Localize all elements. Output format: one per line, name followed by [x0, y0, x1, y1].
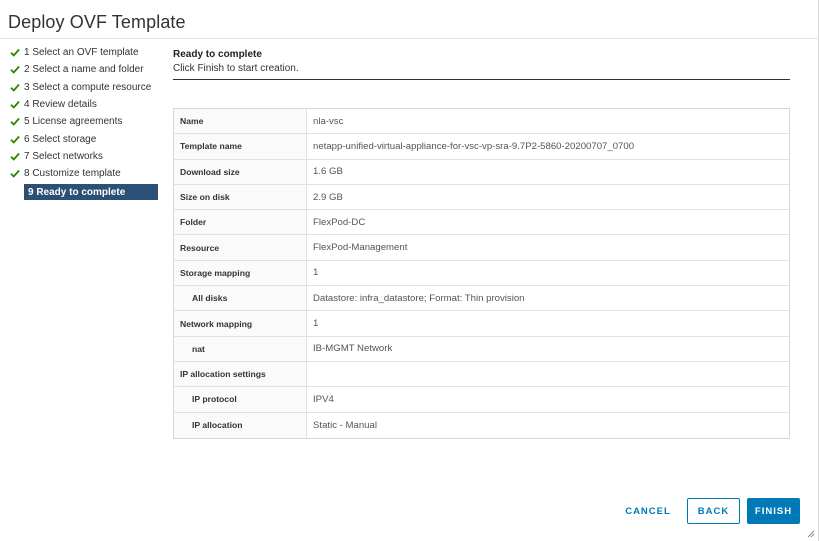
- summary-value: IPV4: [313, 393, 334, 405]
- wizard-step-8[interactable]: 8 Customize template: [10, 165, 162, 182]
- deploy-ovf-dialog: Deploy OVF Template 1 Select an OVF temp…: [0, 0, 819, 541]
- wizard-step-label: 1 Select an OVF template: [24, 47, 139, 59]
- summary-label: Network mapping: [174, 311, 307, 336]
- summary-row: Download size 1.6 GB: [174, 159, 789, 185]
- wizard-step-label: 3 Select a compute resource: [24, 81, 152, 93]
- wizard-step-7[interactable]: 7 Select networks: [10, 148, 162, 165]
- wizard-step-label: 2 Select a name and folder: [24, 64, 144, 76]
- wizard-step-label: 6 Select storage: [24, 133, 97, 145]
- check-icon: [10, 83, 24, 92]
- summary-label: Download size: [174, 159, 307, 184]
- summary-value: IB-MGMT Network: [313, 343, 393, 355]
- wizard-step-9[interactable]: 9 Ready to complete: [24, 184, 158, 201]
- back-button[interactable]: BACK: [687, 498, 740, 524]
- summary-label: IP allocation settings: [174, 361, 307, 387]
- summary-label: IP protocol: [174, 387, 307, 412]
- summary-row: IP allocation settings: [174, 361, 789, 388]
- summary-value: 1: [313, 318, 319, 330]
- summary-row: nat IB-MGMT Network: [174, 336, 789, 362]
- check-icon: [10, 48, 24, 57]
- wizard-step-3[interactable]: 3 Select a compute resource: [10, 79, 162, 96]
- summary-label: Folder: [174, 210, 307, 235]
- summary-table: Name nla-vsc Template name netapp-unified-v…: [173, 108, 790, 439]
- section-divider: [173, 79, 790, 80]
- summary-value: FlexPod-Management: [313, 242, 408, 254]
- summary-row: Size on disk 2.9 GB: [174, 184, 789, 211]
- summary-label: Template name: [174, 134, 307, 159]
- summary-value: 1.6 GB: [313, 166, 343, 178]
- wizard-steps: 1 Select an OVF template 2 Select a name …: [10, 44, 162, 201]
- dialog-title: Deploy OVF Template: [8, 12, 186, 32]
- check-icon: [10, 65, 24, 75]
- wizard-step-label: 8 Customize template: [24, 168, 121, 180]
- summary-row: Resource FlexPod-Management: [174, 235, 789, 261]
- summary-label: Resource: [174, 235, 307, 260]
- wizard-step-label: 5 License agreements: [24, 116, 123, 128]
- summary-row: Template name netapp-unified-virtual-appl…: [174, 134, 789, 160]
- wizard-step-label: 7 Select networks: [24, 150, 103, 162]
- summary-label: Size on disk: [174, 184, 307, 210]
- summary-row: Network mapping 1: [174, 311, 789, 337]
- summary-label: Name: [174, 109, 307, 134]
- cancel-button[interactable]: CANCEL: [614, 498, 682, 524]
- wizard-step-4[interactable]: 4 Review details: [10, 96, 162, 113]
- summary-row: IP protocol IPV4: [174, 387, 789, 413]
- summary-row: Name nla-vsc: [174, 109, 789, 135]
- summary-value: 2.9 GB: [313, 191, 343, 203]
- summary-value: nla-vsc: [313, 115, 344, 127]
- summary-row: All disks Datastore: infra_datastore; For…: [174, 286, 789, 312]
- check-icon: [10, 100, 24, 109]
- summary-value: [307, 362, 789, 386]
- check-icon: [10, 117, 24, 127]
- summary-row: IP allocation Static - Manual: [174, 412, 789, 438]
- wizard-step-label: 4 Review details: [24, 99, 97, 111]
- summary-label: All disks: [174, 286, 307, 311]
- summary-row: Folder FlexPod-DC: [174, 210, 789, 236]
- check-icon: [10, 169, 24, 179]
- summary-label: Storage mapping: [174, 260, 307, 286]
- summary-value: FlexPod-DC: [313, 216, 366, 228]
- step-content: Ready to complete Click Finish to start …: [173, 48, 790, 80]
- resize-grip-icon[interactable]: [807, 530, 815, 538]
- check-icon: [10, 152, 24, 161]
- wizard-step-5[interactable]: 5 License agreements: [10, 113, 162, 130]
- finish-button[interactable]: FINISH: [747, 498, 800, 524]
- summary-label: nat: [174, 336, 307, 361]
- title-divider: [0, 38, 818, 39]
- summary-value: Datastore: infra_datastore; Format: Thin…: [313, 292, 525, 304]
- wizard-step-1[interactable]: 1 Select an OVF template: [10, 44, 162, 61]
- summary-value: 1: [313, 267, 319, 279]
- summary-value: netapp-unified-virtual-appliance-for-vsc…: [313, 140, 635, 152]
- summary-value: Static - Manual: [313, 419, 377, 431]
- wizard-step-2[interactable]: 2 Select a name and folder: [10, 61, 162, 78]
- wizard-step-label: 9 Ready to complete: [28, 186, 126, 198]
- check-icon: [10, 135, 24, 144]
- wizard-step-6[interactable]: 6 Select storage: [10, 130, 162, 147]
- step-title: Ready to complete: [173, 49, 262, 60]
- step-subtitle: Click Finish to start creation.: [173, 63, 299, 74]
- summary-label: IP allocation: [174, 412, 307, 438]
- summary-row: Storage mapping 1: [174, 260, 789, 287]
